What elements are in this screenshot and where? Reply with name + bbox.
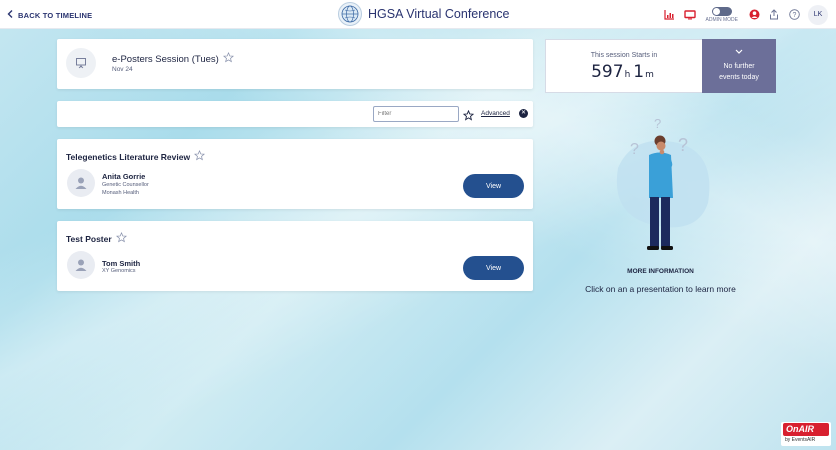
more-information-heading: MORE INFORMATION xyxy=(627,268,694,275)
favorite-star-icon[interactable] xyxy=(222,51,234,66)
presenter-role: XY Genomics xyxy=(102,268,136,274)
countdown-hours-unit: h xyxy=(624,70,631,80)
more-information-text: Click on an a presentation to learn more xyxy=(585,284,736,294)
next-events-panel[interactable]: No further events today xyxy=(702,39,776,93)
presentation-board-icon xyxy=(66,48,96,78)
user-initials: LK xyxy=(813,11,823,18)
countdown-value: 597h 1m xyxy=(546,62,702,82)
onair-brand: OnAIR xyxy=(783,423,829,436)
next-events-text: No further events today xyxy=(702,61,776,83)
help-icon[interactable]: ? xyxy=(788,9,800,21)
session-title-row: e-Posters Session (Tues) xyxy=(112,51,234,66)
session-date: Nov 24 xyxy=(112,66,133,73)
toolbar: ADMIN MODE ? LK xyxy=(664,0,836,29)
presentation-title-row: Test Poster xyxy=(66,231,127,245)
admin-mode-label: ADMIN MODE xyxy=(705,16,739,23)
person-icon[interactable] xyxy=(748,9,760,21)
presenter-role: Genetic Counsellor xyxy=(102,182,149,188)
conference-title: HGSA Virtual Conference xyxy=(368,7,510,21)
presenter-avatar-icon xyxy=(67,251,95,279)
svg-text:?: ? xyxy=(792,12,796,19)
presenter-name: Tom Smith xyxy=(102,259,141,268)
globe-logo-icon xyxy=(338,2,362,26)
chevron-left-icon xyxy=(7,10,13,20)
view-button[interactable]: View xyxy=(463,174,524,198)
admin-mode-toggle[interactable]: ADMIN MODE xyxy=(705,6,739,23)
presentation-title: Test Poster xyxy=(66,233,112,244)
next-events-line2: events today xyxy=(719,74,759,81)
clear-filter-icon[interactable]: ✕ xyxy=(519,109,528,118)
session-countdown: This session Starts in 597h 1m xyxy=(545,39,703,93)
presentation-card: Test Poster Tom Smith XY Genomics View xyxy=(57,221,533,291)
svg-text:?: ? xyxy=(654,116,661,131)
presenter-avatar-icon xyxy=(67,169,95,197)
presentation-card: Telegenetics Literature Review Anita Gor… xyxy=(57,139,533,209)
favorites-filter-star-icon[interactable] xyxy=(462,108,475,126)
session-title: e-Posters Session (Tues) xyxy=(112,53,219,65)
chart-icon[interactable] xyxy=(664,9,676,21)
onair-logo: OnAIR by EventsAIR xyxy=(781,422,831,446)
view-button[interactable]: View xyxy=(463,256,524,280)
presenter-name: Anita Gorrie xyxy=(102,172,146,181)
session-card: e-Posters Session (Tues) Nov 24 xyxy=(57,39,533,89)
presenter-organisation: Monash Health xyxy=(102,190,139,196)
brand: HGSA Virtual Conference xyxy=(338,2,510,26)
chevron-down-icon[interactable] xyxy=(702,49,776,57)
advanced-filter-link[interactable]: Advanced xyxy=(481,110,510,117)
confused-person-illustration: ? ? ? xyxy=(598,108,720,258)
countdown-label: This session Starts in xyxy=(590,52,658,59)
monitor-icon[interactable] xyxy=(683,9,696,21)
back-label: BACK TO TIMELINE xyxy=(18,10,93,20)
countdown-minutes-unit: m xyxy=(645,70,654,80)
svg-text:?: ? xyxy=(678,135,688,155)
favorite-star-icon[interactable] xyxy=(194,149,206,163)
onair-subtext: by EventsAIR xyxy=(785,437,816,443)
user-avatar[interactable]: LK xyxy=(808,4,828,25)
back-to-timeline-link[interactable]: BACK TO TIMELINE xyxy=(7,10,92,20)
countdown-minutes: 1 xyxy=(633,62,645,82)
presentation-title-row: Telegenetics Literature Review xyxy=(66,149,206,163)
countdown-hours: 597 xyxy=(591,62,624,82)
svg-text:?: ? xyxy=(630,141,639,158)
next-events-line1: No further xyxy=(723,63,755,70)
presentation-title: Telegenetics Literature Review xyxy=(66,151,191,162)
share-icon[interactable] xyxy=(768,9,780,21)
top-bar: BACK TO TIMELINE HGSA Virtual Conference… xyxy=(0,0,836,29)
favorite-star-icon[interactable] xyxy=(115,231,127,245)
toggle-switch[interactable] xyxy=(711,6,732,16)
filter-bar: Advanced ✕ xyxy=(57,101,533,127)
filter-input[interactable] xyxy=(373,106,459,122)
